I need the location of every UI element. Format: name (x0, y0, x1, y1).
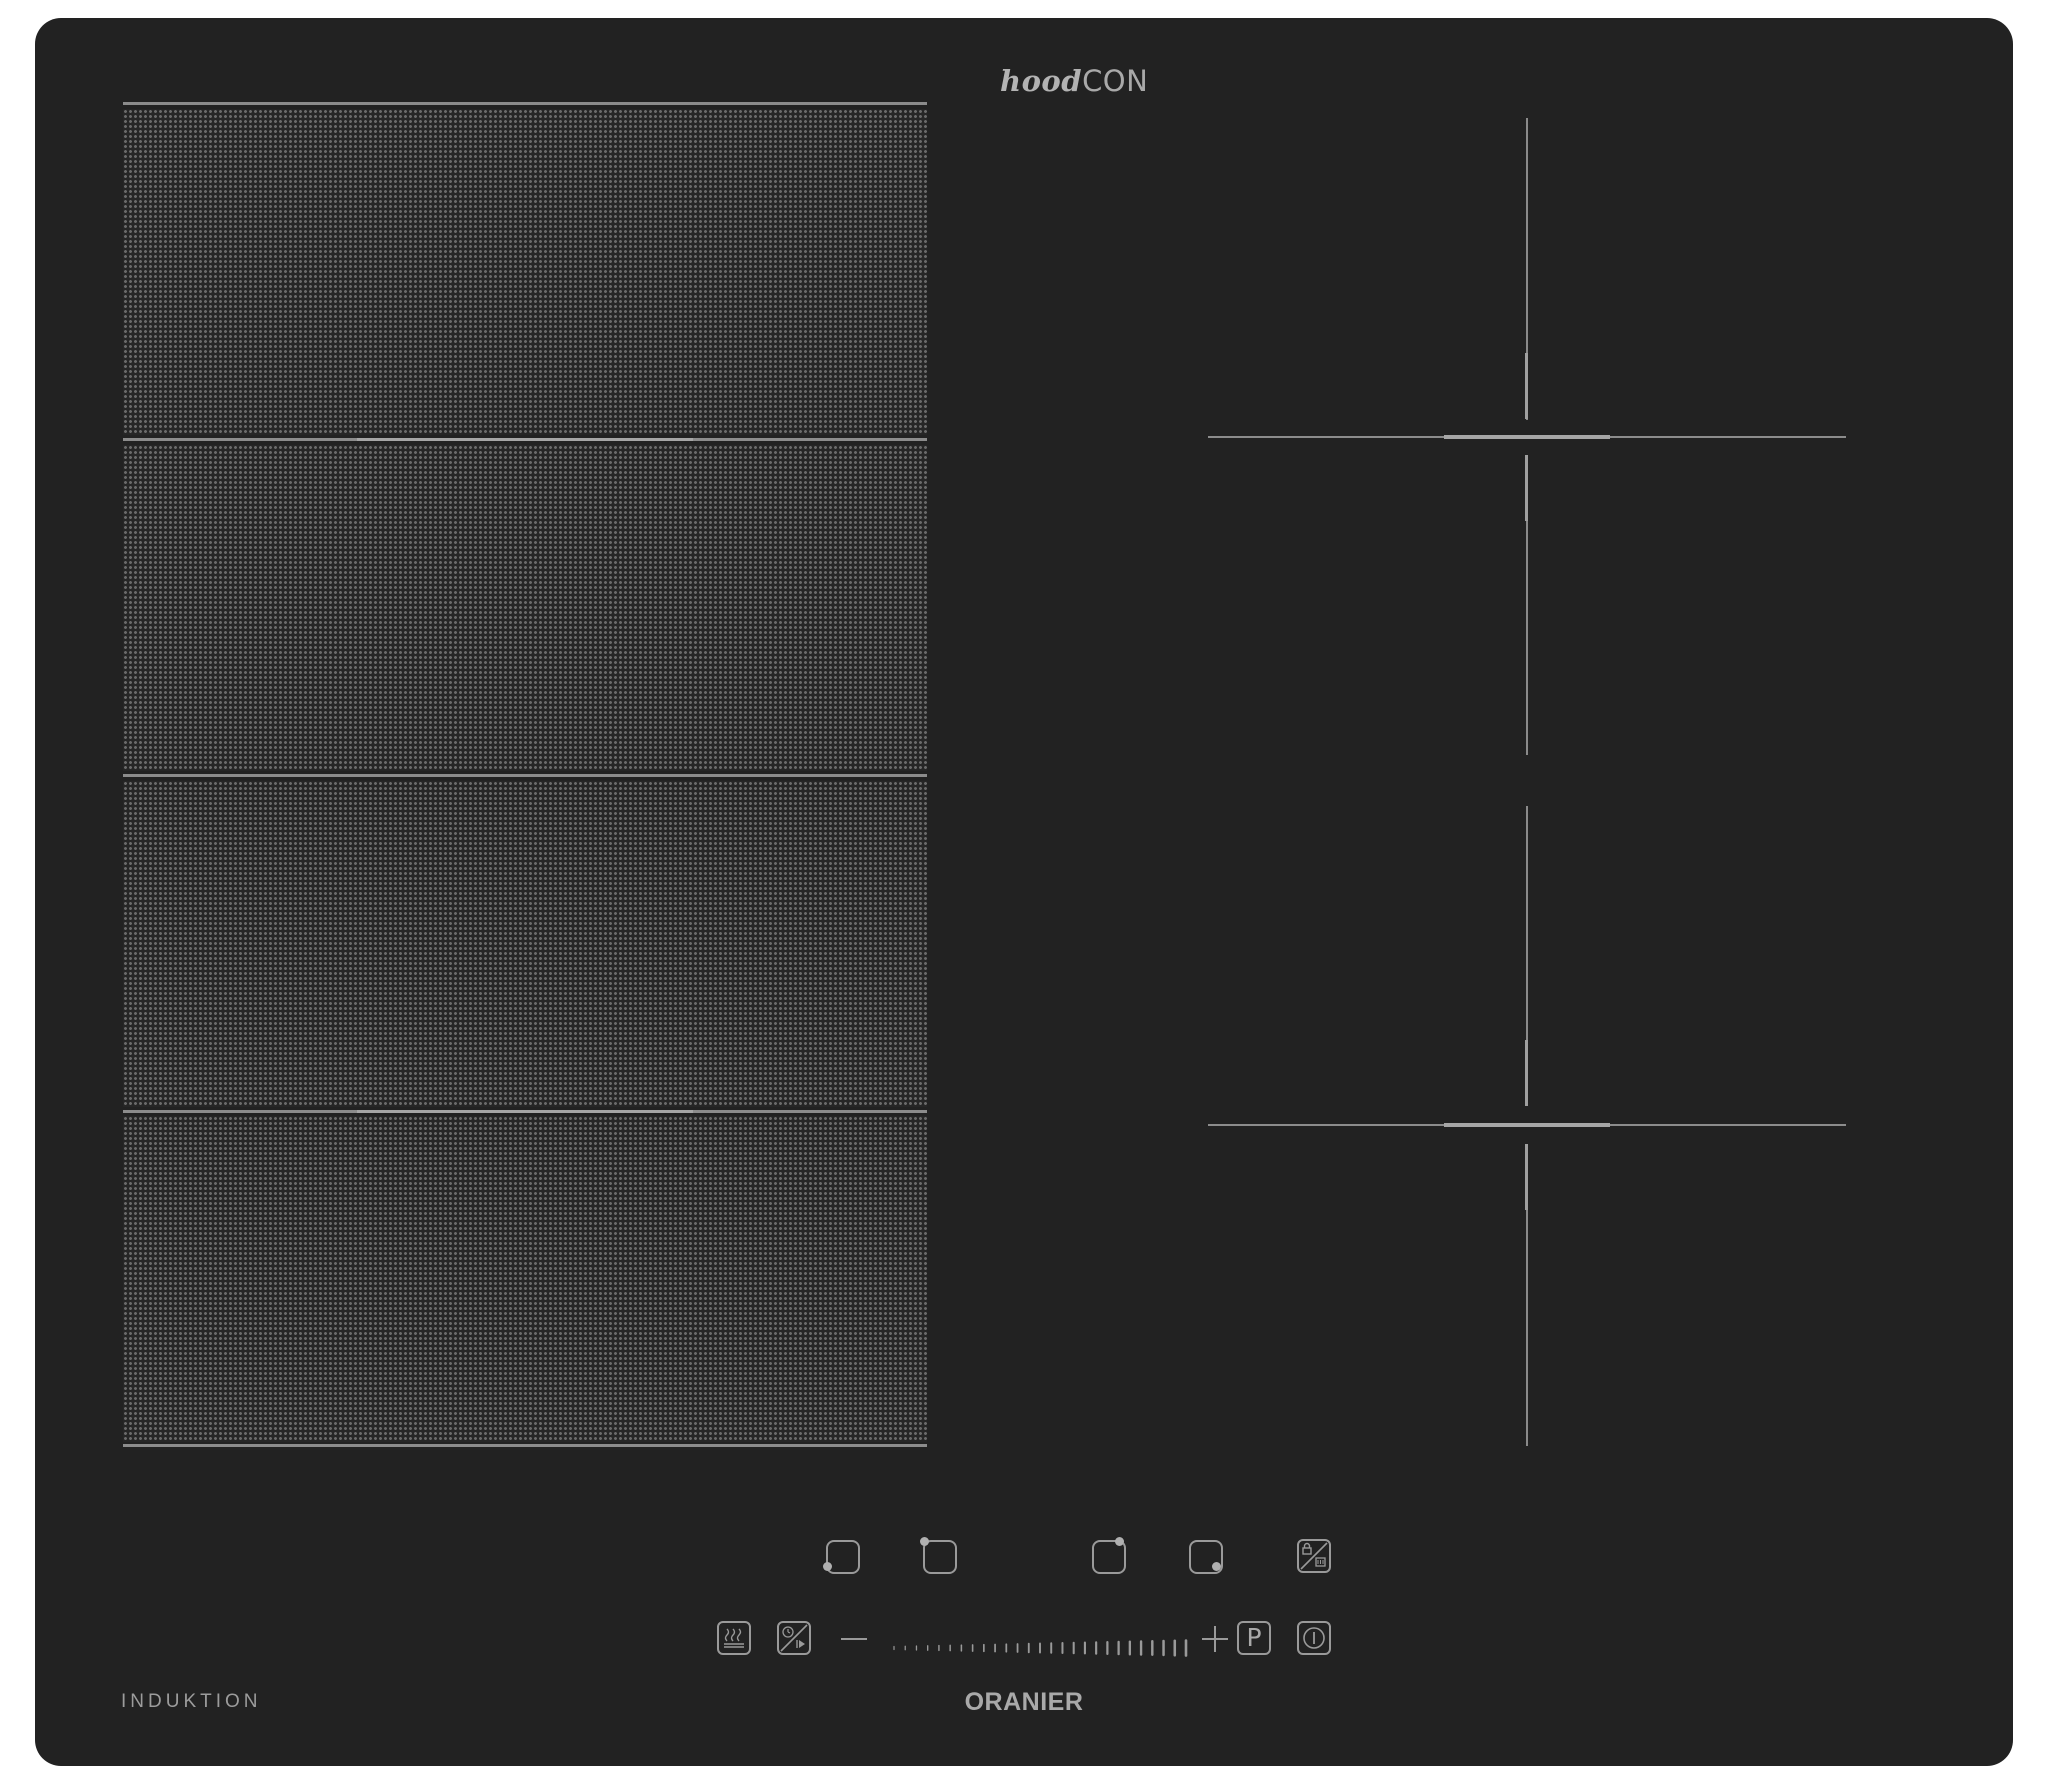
plus-icon (1202, 1626, 1228, 1652)
zone-front-left-button[interactable] (823, 1540, 860, 1574)
flex-section-4 (123, 1116, 927, 1442)
flex-section-2 (123, 445, 927, 771)
flex-zone-bottom-line (123, 1444, 927, 1447)
zone-front-left-icon (823, 1562, 832, 1571)
hoodcon-logo: hoodCON (1000, 64, 1148, 99)
induction-hob-panel: hoodCON P INDUKTION ORANIER (35, 18, 2013, 1766)
timer-pause-icon (780, 1624, 808, 1652)
hoodcon-logo-prefix: hood (1000, 64, 1083, 98)
lower-lower-vertical-accent (1525, 1144, 1528, 1210)
power-level-slider[interactable] (890, 1635, 1190, 1661)
flex-divider-2 (123, 774, 927, 777)
child-lock-clean-lock-icon (1300, 1542, 1328, 1570)
power-boost-label: P (1246, 1623, 1262, 1652)
power-on-off-icon (1303, 1627, 1325, 1649)
keep-warm-icon (724, 1628, 744, 1648)
zone-rear-left-icon (920, 1537, 929, 1546)
plus-button[interactable] (1200, 1624, 1230, 1654)
zone-rear-right-icon (1115, 1537, 1124, 1546)
flex-section-1 (123, 109, 927, 435)
zone-front-right-button[interactable] (1189, 1540, 1223, 1574)
power-button[interactable] (1297, 1621, 1331, 1655)
power-boost-button[interactable]: P (1237, 1621, 1271, 1655)
child-lock-button[interactable] (1297, 1539, 1331, 1573)
minus-icon (841, 1638, 867, 1640)
lower-horizontal-accent (1444, 1123, 1610, 1127)
upper-horizontal-accent (1444, 435, 1610, 439)
flex-zone-top-line (123, 102, 927, 105)
zone-rear-left-button[interactable] (920, 1537, 957, 1574)
hoodcon-logo-suffix: CON (1082, 64, 1149, 98)
flex-section-3 (123, 781, 927, 1107)
oranier-brand-label: ORANIER (964, 1688, 1084, 1716)
lower-vertical-accent (1525, 1040, 1528, 1106)
keep-warm-button[interactable] (717, 1621, 751, 1655)
minus-button[interactable] (839, 1624, 869, 1654)
slider-ticks (893, 1639, 1188, 1657)
zone-front-right-icon (1212, 1562, 1221, 1571)
induction-label: INDUKTION (121, 1691, 262, 1712)
flex-divider-1-accent (357, 438, 693, 441)
zone-rear-right-button[interactable] (1092, 1537, 1126, 1574)
timer-pause-button[interactable] (777, 1621, 811, 1655)
upper-vertical-accent (1525, 353, 1528, 419)
upper-lower-vertical-accent (1525, 455, 1528, 521)
flex-divider-3-accent (357, 1110, 693, 1113)
